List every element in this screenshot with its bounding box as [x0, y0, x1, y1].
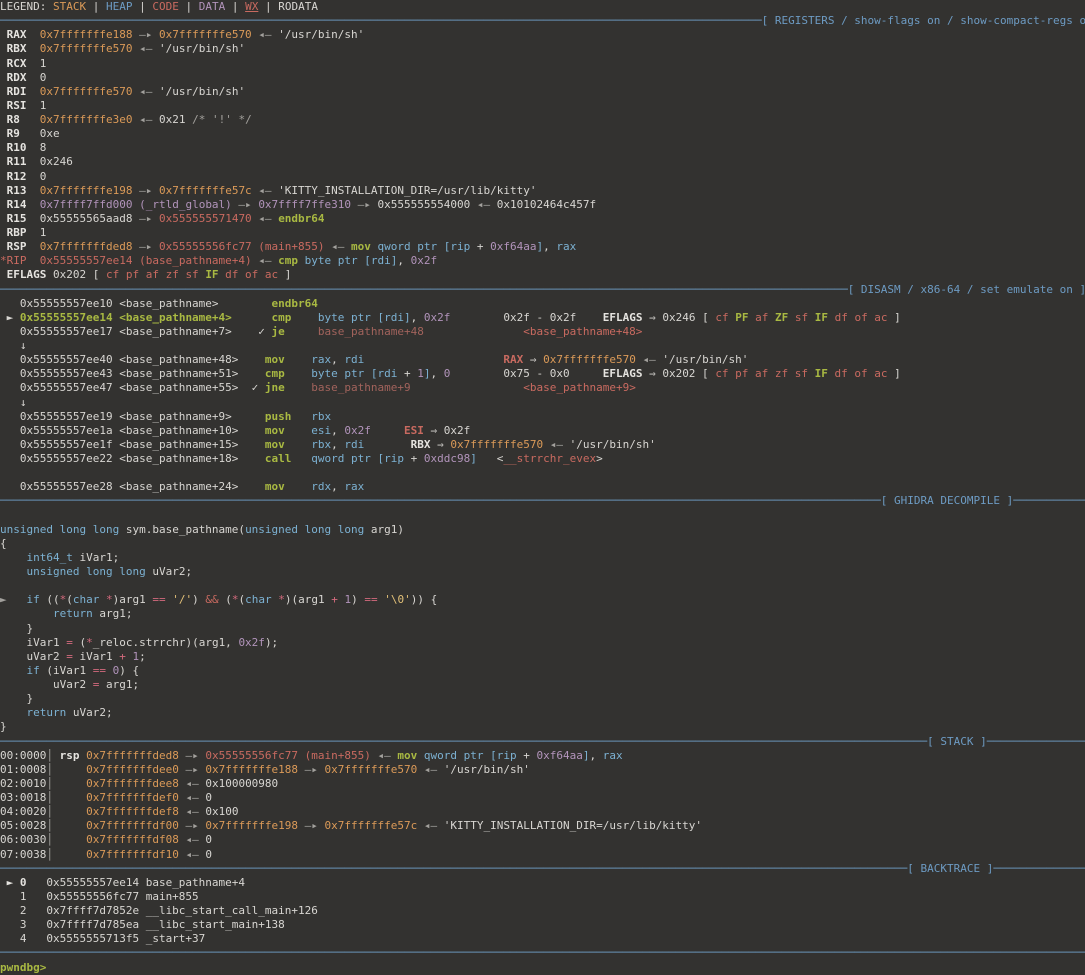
disasm-line: 0x55555557ee1a <base_pathname+10> mov es… — [0, 424, 1085, 438]
decompile-blank — [0, 579, 1085, 593]
backtrace-frame: 3 0x7ffff7d785ea __libc_start_main+138 — [0, 918, 1085, 932]
decompile-line: return arg1; — [0, 607, 1085, 621]
disasm-line: 0x55555557ee10 <base_pathname> endbr64 — [0, 297, 1085, 311]
disasm-line: 0x55555557ee43 <base_pathname+51> cmp by… — [0, 367, 1085, 381]
decompile-line: uVar2 = arg1; — [0, 678, 1085, 692]
decompile-line-current: ► if ((*(char *)arg1 == '/') && (*(char … — [0, 593, 1085, 607]
disasm-line: 0x55555557ee28 <base_pathname+24> mov rd… — [0, 480, 1085, 494]
section-separator-decompile: ────────────────────────────────────────… — [0, 494, 1085, 508]
register-row-r11: R11 0x246 — [0, 155, 1085, 169]
stack-row: 02:0010│ 0x7fffffffdee8 ◂— 0x100000980 — [0, 777, 1085, 791]
stack-row: 05:0028│ 0x7fffffffdf00 —▸ 0x7fffffffe19… — [0, 819, 1085, 833]
disasm-line-current: ► 0x55555557ee14 <base_pathname+4> cmp b… — [0, 311, 1085, 325]
section-separator-decompile-text: ────────────────────────────────────────… — [0, 494, 1085, 507]
stack-row: 04:0020│ 0x7fffffffdef8 ◂— 0x100 — [0, 805, 1085, 819]
register-row-rip: *RIP 0x55555557ee14 (base_pathname+4) ◂—… — [0, 254, 1085, 268]
decompile-line: } — [0, 692, 1085, 706]
register-row-r13: R13 0x7fffffffe198 —▸ 0x7fffffffe57c ◂— … — [0, 184, 1085, 198]
register-row-rax: RAX 0x7fffffffe188 —▸ 0x7fffffffe570 ◂— … — [0, 28, 1085, 42]
stack-row: 06:0030│ 0x7fffffffdf08 ◂— 0 — [0, 833, 1085, 847]
register-row-rsp: RSP 0x7fffffffded8 —▸ 0x55555556fc77 (ma… — [0, 240, 1085, 254]
stack-row: 00:0000│ rsp 0x7fffffffded8 —▸ 0x5555555… — [0, 749, 1085, 763]
register-row-rcx: RCX 1 — [0, 57, 1085, 71]
disasm-line: 0x55555557ee1f <base_pathname+15> mov rb… — [0, 438, 1085, 452]
section-separator-registers: ────────────────────────────────────────… — [0, 14, 1085, 28]
disasm-line: 0x55555557ee47 <base_pathname+55> ✓ jne … — [0, 381, 1085, 395]
decompile-line: unsigned long long sym.base_pathname(uns… — [0, 523, 1085, 537]
decompile-line: { — [0, 537, 1085, 551]
decompile-line: return uVar2; — [0, 706, 1085, 720]
register-row-r12: R12 0 — [0, 170, 1085, 184]
register-row-rbp: RBP 1 — [0, 226, 1085, 240]
disasm-line: 0x55555557ee19 <base_pathname+9> push rb… — [0, 410, 1085, 424]
decompile-line: int64_t iVar1; — [0, 551, 1085, 565]
section-separator-bottom-text: ────────────────────────────────────────… — [0, 946, 1085, 959]
register-row-r9: R9 0xe — [0, 127, 1085, 141]
stack-row: 07:0038│ 0x7fffffffdf10 ◂— 0 — [0, 848, 1085, 862]
backtrace-frame: 1 0x55555556fc77 main+855 — [0, 890, 1085, 904]
register-row-r10: R10 8 — [0, 141, 1085, 155]
section-separator-disasm: ────────────────────────────────────────… — [0, 283, 1085, 297]
stack-row: 03:0018│ 0x7fffffffdef0 ◂— 0 — [0, 791, 1085, 805]
register-row-rsi: RSI 1 — [0, 99, 1085, 113]
register-row-r14: R14 0x7ffff7ffd000 (_rtld_global) —▸ 0x7… — [0, 198, 1085, 212]
section-separator-stack: ────────────────────────────────────────… — [0, 735, 1085, 749]
disasm-blank — [0, 466, 1085, 480]
section-separator-disasm-text: ────────────────────────────────────────… — [0, 283, 1085, 296]
decompile-line: if (iVar1 == 0) { — [0, 664, 1085, 678]
backtrace-frame-current: ► 0 0x55555557ee14 base_pathname+4 — [0, 876, 1085, 890]
register-row-eflags: EFLAGS 0x202 [ cf pf af zf sf IF df of a… — [0, 268, 1085, 282]
decompile-line: } — [0, 622, 1085, 636]
section-separator-registers-text: ────────────────────────────────────────… — [0, 14, 1085, 27]
section-separator-backtrace: ────────────────────────────────────────… — [0, 862, 1085, 876]
stack-row: 01:0008│ 0x7fffffffdee0 —▸ 0x7fffffffe18… — [0, 763, 1085, 777]
section-separator-backtrace-text: ────────────────────────────────────────… — [0, 862, 1085, 875]
decompile-line: unsigned long long uVar2; — [0, 565, 1085, 579]
prompt-line[interactable]: pwndbg> — [0, 961, 1085, 975]
section-separator-bottom: ────────────────────────────────────────… — [0, 946, 1085, 960]
disasm-branch-arrow: ↓ — [0, 396, 1085, 410]
disasm-branch-arrow: ↓ — [0, 339, 1085, 353]
section-separator-stack-text: ────────────────────────────────────────… — [0, 735, 1085, 748]
disasm-line: 0x55555557ee22 <base_pathname+18> call q… — [0, 452, 1085, 466]
register-row-r15: R15 0x55555565aad8 —▸ 0x555555571470 ◂— … — [0, 212, 1085, 226]
register-row-r8: R8 0x7fffffffe3e0 ◂— 0x21 /* '!' */ — [0, 113, 1085, 127]
disasm-line: 0x55555557ee40 <base_pathname+48> mov ra… — [0, 353, 1085, 367]
decompile-line: iVar1 = (*_reloc.strrchr)(arg1, 0x2f); — [0, 636, 1085, 650]
decompile-line: uVar2 = iVar1 + 1; — [0, 650, 1085, 664]
register-row-rdi: RDI 0x7fffffffe570 ◂— '/usr/bin/sh' — [0, 85, 1085, 99]
pwndbg-terminal: LEGEND: STACK | HEAP | CODE | DATA | WX … — [0, 0, 1085, 975]
register-row-rbx: RBX 0x7fffffffe570 ◂— '/usr/bin/sh' — [0, 42, 1085, 56]
decompile-blank — [0, 509, 1085, 523]
decompile-line: } — [0, 720, 1085, 734]
backtrace-frame: 4 0x5555555713f5 _start+37 — [0, 932, 1085, 946]
legend: LEGEND: STACK | HEAP | CODE | DATA | WX … — [0, 0, 1085, 14]
register-row-rdx: RDX 0 — [0, 71, 1085, 85]
backtrace-frame: 2 0x7ffff7d7852e __libc_start_call_main+… — [0, 904, 1085, 918]
disasm-line: 0x55555557ee17 <base_pathname+7> ✓ je ba… — [0, 325, 1085, 339]
